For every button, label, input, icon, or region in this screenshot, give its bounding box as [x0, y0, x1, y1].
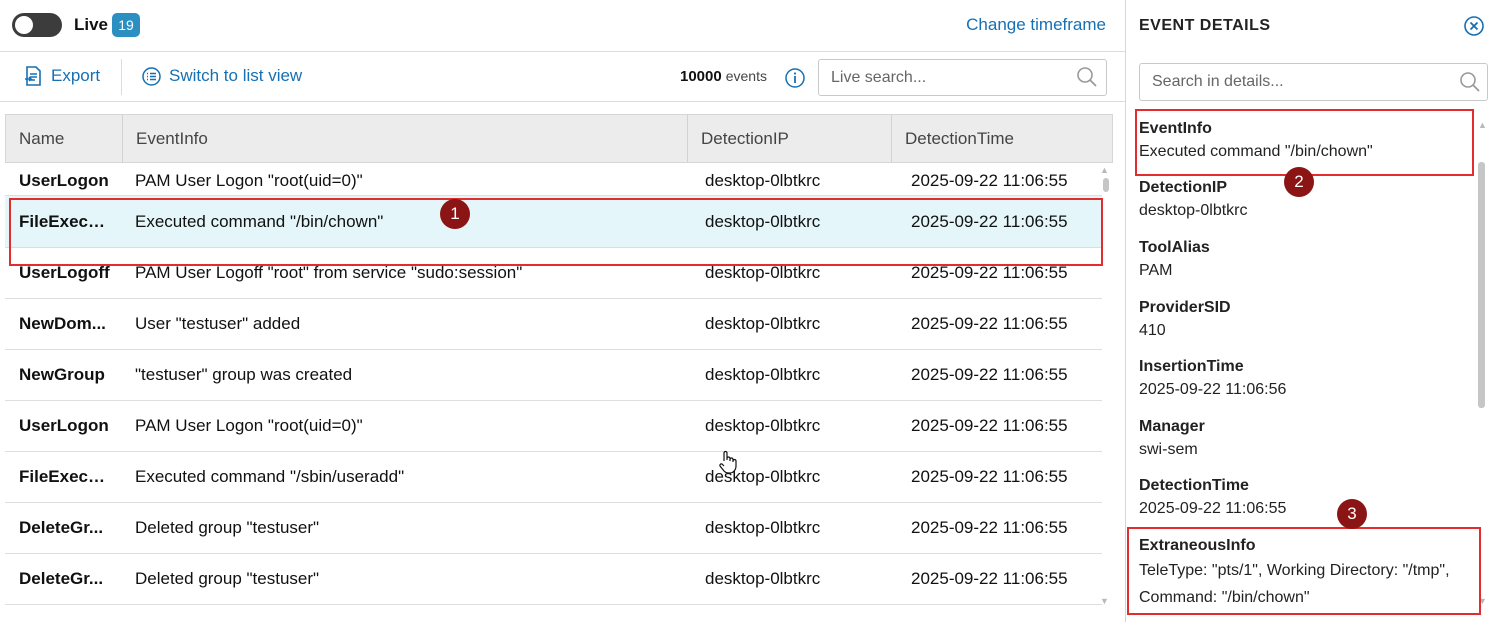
- cell-eventinfo: User "testuser" added: [135, 314, 301, 333]
- details-scroll-up-arrow[interactable]: ▲: [1478, 120, 1487, 130]
- table-row[interactable]: DeleteGr... Deleted group "testuser" des…: [5, 554, 1102, 605]
- marker-3: 3: [1337, 499, 1367, 529]
- cell-name: NewDom...: [19, 314, 106, 333]
- cell-detectionip: desktop-0lbtkrc: [705, 365, 821, 384]
- export-icon: [25, 66, 41, 86]
- toggle-knob: [15, 16, 33, 34]
- switch-to-list-view-button[interactable]: Switch to list view: [142, 66, 302, 86]
- detail-value: 2025-09-22 11:06:56: [1139, 381, 1287, 398]
- export-label: Export: [51, 66, 101, 85]
- live-label: Live: [74, 15, 109, 34]
- toolbar-divider: [121, 59, 122, 95]
- table-header: Name EventInfo DetectionIP DetectionTime: [5, 114, 1113, 163]
- table-row[interactable]: UserLogon PAM User Logon "root(uid=0)" d…: [5, 163, 1102, 196]
- detail-item: ToolAlias PAM: [1139, 238, 1479, 282]
- event-count: 10000 events: [680, 68, 767, 85]
- cell-eventinfo: Deleted group "testuser": [135, 518, 320, 537]
- detail-key: InsertionTime: [1139, 358, 1244, 375]
- marker-2: 2: [1284, 167, 1314, 197]
- switch-label: Switch to list view: [169, 66, 303, 85]
- hand-cursor-icon: [719, 450, 737, 474]
- cell-name: NewGroup: [19, 365, 105, 384]
- cell-detectiontime: 2025-09-22 11:06:55: [911, 314, 1068, 333]
- cell-detectiontime: 2025-09-22 11:06:55: [911, 467, 1068, 486]
- detail-key: ProviderSID: [1139, 299, 1231, 316]
- detail-item: DetectionTime 2025-09-22 11:06:55: [1139, 476, 1479, 520]
- cell-detectiontime: 2025-09-22 11:06:55: [911, 518, 1068, 537]
- detail-key: DetectionTime: [1139, 477, 1249, 494]
- cell-name: DeleteGr...: [19, 569, 104, 588]
- column-header-detectionip[interactable]: DetectionIP: [687, 115, 891, 162]
- table-row[interactable]: FileExecute Executed command "/sbin/user…: [5, 452, 1102, 503]
- detail-item: InsertionTime 2025-09-22 11:06:56: [1139, 357, 1479, 401]
- table-row[interactable]: NewGroup "testuser" group was created de…: [5, 350, 1102, 401]
- cell-detectiontime: 2025-09-22 11:06:55: [911, 365, 1068, 384]
- cell-eventinfo: Deleted group "testuser": [135, 569, 320, 588]
- table-row[interactable]: NewDom... User "testuser" added desktop-…: [5, 299, 1102, 350]
- cell-eventinfo: PAM User Logon "root(uid=0)": [135, 416, 363, 435]
- cell-detectiontime: 2025-09-22 11:06:55: [911, 416, 1068, 435]
- event-count-unit: events: [725, 68, 767, 84]
- table-scrollbar[interactable]: [1103, 178, 1109, 192]
- column-header-eventinfo[interactable]: EventInfo: [122, 115, 687, 162]
- detail-key: ToolAlias: [1139, 239, 1210, 256]
- table-row[interactable]: DeleteGr... Deleted group "testuser" des…: [5, 503, 1102, 554]
- live-toggle[interactable]: [12, 13, 62, 37]
- column-header-name[interactable]: Name: [6, 115, 122, 162]
- details-scrollbar[interactable]: [1478, 162, 1485, 408]
- detail-item: ProviderSID 410: [1139, 298, 1479, 342]
- detail-value: swi-sem: [1139, 441, 1198, 458]
- detail-item: Manager swi-sem: [1139, 417, 1479, 461]
- events-table: Name EventInfo DetectionIP DetectionTime…: [5, 114, 1113, 608]
- details-search-input[interactable]: [1139, 63, 1488, 101]
- top-bar: Live 19 Change timeframe: [0, 0, 1125, 52]
- cell-detectiontime: 2025-09-22 11:06:55: [911, 569, 1068, 588]
- table-row[interactable]: UserLogon PAM User Logon "root(uid=0)" d…: [5, 401, 1102, 452]
- detail-value: 2025-09-22 11:06:55: [1139, 500, 1287, 517]
- detail-value: desktop-0lbtkrc: [1139, 202, 1248, 219]
- cell-name: DeleteGr...: [19, 518, 104, 537]
- event-details-panel: EVENT DETAILS EventInfo Executed command…: [1127, 0, 1499, 622]
- close-icon[interactable]: [1464, 16, 1484, 36]
- event-count-value: 10000: [680, 68, 722, 85]
- highlight-box-selected-row: [9, 198, 1103, 266]
- cell-detectionip: desktop-0lbtkrc: [705, 518, 821, 537]
- detail-value: 410: [1139, 322, 1166, 339]
- info-icon[interactable]: [785, 68, 805, 88]
- change-timeframe-link[interactable]: Change timeframe: [966, 15, 1106, 35]
- cell-detectionip: desktop-0lbtkrc: [705, 569, 821, 588]
- highlight-box-extraneousinfo: [1127, 527, 1481, 615]
- live-search-input[interactable]: [818, 59, 1107, 96]
- live-count-badge: 19: [112, 13, 140, 37]
- table-scroll-up-arrow[interactable]: ▲: [1100, 165, 1109, 175]
- toolbar: Export Switch to list view 10000 events: [0, 53, 1125, 102]
- cell-name: UserLogon: [19, 416, 109, 435]
- cell-eventinfo: "testuser" group was created: [135, 365, 353, 384]
- detail-value: PAM: [1139, 262, 1173, 279]
- export-button[interactable]: Export: [24, 66, 100, 86]
- cell-detectionip: desktop-0lbtkrc: [705, 314, 821, 333]
- event-details-title: EVENT DETAILS: [1139, 17, 1271, 34]
- highlight-box-eventinfo: [1135, 109, 1474, 176]
- events-panel: Live 19 Change timeframe Export Switch t…: [0, 0, 1126, 622]
- column-header-detectiontime[interactable]: DetectionTime: [891, 115, 1113, 162]
- list-view-icon: [142, 66, 161, 86]
- cell-name: FileExecute: [19, 467, 111, 486]
- table-scroll-down-arrow[interactable]: ▼: [1100, 596, 1109, 606]
- cell-eventinfo: Executed command "/sbin/useradd": [135, 467, 405, 486]
- search-icon[interactable]: [1076, 66, 1098, 88]
- cell-detectionip: desktop-0lbtkrc: [705, 416, 821, 435]
- detail-key: Manager: [1139, 418, 1205, 435]
- search-icon[interactable]: [1459, 71, 1481, 93]
- marker-1: 1: [440, 199, 470, 229]
